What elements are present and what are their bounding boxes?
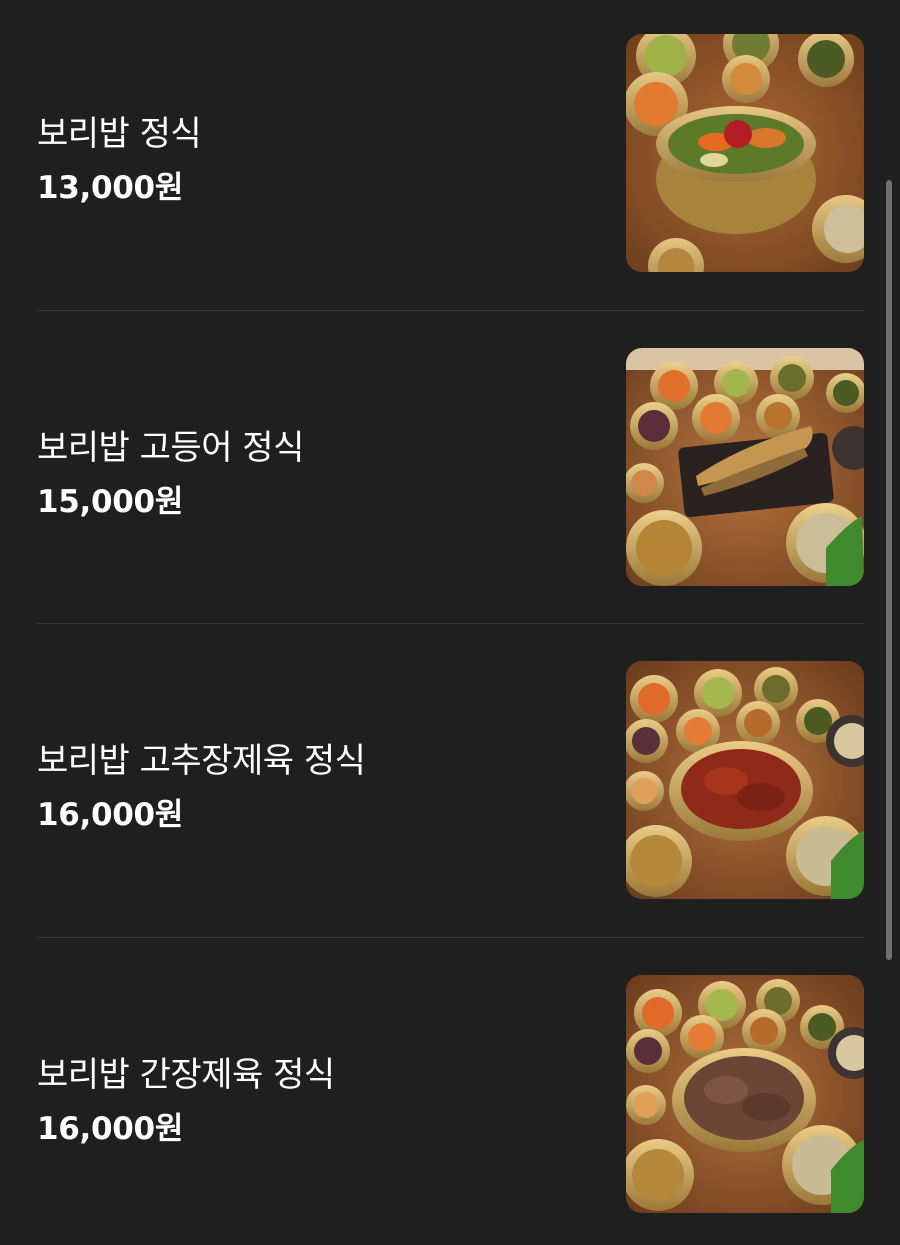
menu-item-name: 보리밥 고등어 정식: [37, 428, 304, 468]
menu-item[interactable]: 보리밥 고추장제육 정식 16,000원: [37, 661, 864, 899]
menu-item-text: 보리밥 간장제육 정식 16,000원: [37, 975, 597, 1213]
divider: [37, 937, 864, 938]
menu-item-text: 보리밥 고추장제육 정식 16,000원: [37, 661, 597, 899]
menu-item-name: 보리밥 간장제육 정식: [37, 1055, 335, 1095]
menu-item-price: 13,000원: [37, 170, 184, 206]
menu-item-price: 16,000원: [37, 797, 184, 833]
bibimbap-set-photo[interactable]: [626, 34, 864, 272]
grilled-mackerel-set-photo[interactable]: [626, 348, 864, 586]
menu-item[interactable]: 보리밥 간장제육 정식 16,000원: [37, 975, 864, 1213]
divider: [37, 310, 864, 311]
menu-item-price: 16,000원: [37, 1111, 184, 1147]
menu-item-text: 보리밥 정식 13,000원: [37, 34, 597, 272]
menu-item[interactable]: 보리밥 정식 13,000원: [37, 34, 864, 272]
menu-item-name: 보리밥 정식: [37, 114, 202, 154]
divider: [37, 623, 864, 624]
menu-item-text: 보리밥 고등어 정식 15,000원: [37, 348, 597, 586]
menu-item-name: 보리밥 고추장제육 정식: [37, 741, 366, 781]
menu-item-price: 15,000원: [37, 484, 184, 520]
menu-list: 보리밥 정식 13,000원 보리밥 고등어 정식 15,000원 보리밥 고추…: [0, 0, 900, 1245]
scrollbar[interactable]: [886, 180, 892, 960]
spicy-pork-set-photo[interactable]: [626, 661, 864, 899]
menu-item[interactable]: 보리밥 고등어 정식 15,000원: [37, 348, 864, 586]
soy-pork-set-photo[interactable]: [626, 975, 864, 1213]
